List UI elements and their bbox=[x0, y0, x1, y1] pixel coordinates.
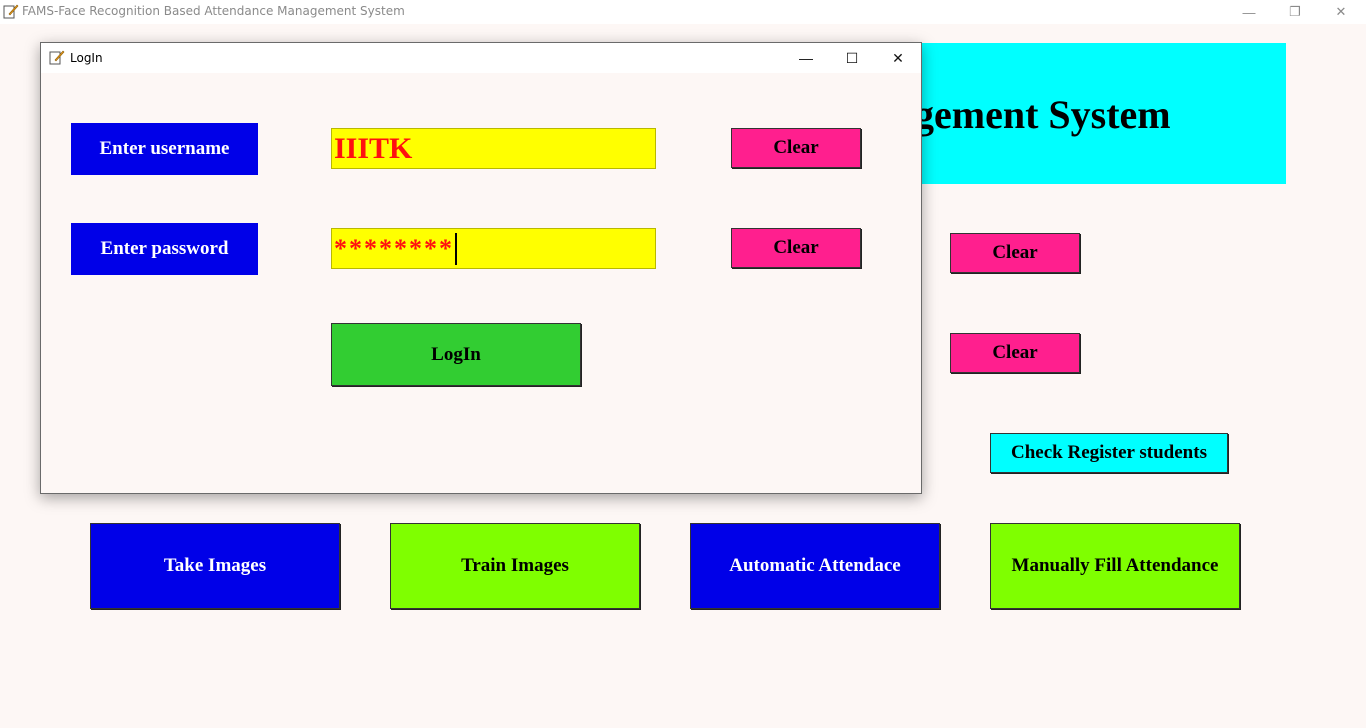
main-titlebar: FAMS-Face Recognition Based Attendance M… bbox=[0, 0, 1366, 24]
dialog-title: LogIn bbox=[70, 51, 103, 65]
username-input[interactable]: IIITK bbox=[331, 128, 656, 169]
restore-button[interactable]: ❐ bbox=[1272, 0, 1318, 24]
main-window-title: FAMS-Face Recognition Based Attendance M… bbox=[22, 4, 405, 18]
password-value: ******** bbox=[334, 233, 454, 263]
page-title: gement System bbox=[914, 92, 1171, 137]
close-button[interactable]: ✕ bbox=[1318, 0, 1364, 24]
minimize-button[interactable]: — bbox=[1226, 0, 1272, 24]
login-dialog: LogIn — ☐ ✕ Enter username IIITK Clear E… bbox=[40, 42, 922, 494]
take-images-button[interactable]: Take Images bbox=[90, 523, 340, 609]
train-images-button[interactable]: Train Images bbox=[390, 523, 640, 609]
password-input[interactable]: ******** bbox=[331, 228, 656, 269]
dialog-titlebar[interactable]: LogIn — ☐ ✕ bbox=[41, 43, 921, 73]
username-label: Enter username bbox=[71, 123, 258, 175]
dialog-maximize-button[interactable]: ☐ bbox=[829, 43, 875, 73]
check-register-students-button[interactable]: Check Register students bbox=[990, 433, 1228, 473]
clear-button-1[interactable]: Clear bbox=[950, 233, 1080, 273]
clear-password-button[interactable]: Clear bbox=[731, 228, 861, 268]
clear-username-button[interactable]: Clear bbox=[731, 128, 861, 168]
feather-pen-icon bbox=[3, 4, 19, 19]
login-button[interactable]: LogIn bbox=[331, 323, 581, 386]
dialog-minimize-button[interactable]: — bbox=[783, 43, 829, 73]
text-cursor bbox=[455, 232, 457, 265]
clear-button-2[interactable]: Clear bbox=[950, 333, 1080, 373]
feather-pen-icon bbox=[49, 50, 65, 65]
manually-fill-attendance-button[interactable]: Manually Fill Attendance bbox=[990, 523, 1240, 609]
automatic-attendance-button[interactable]: Automatic Attendace bbox=[690, 523, 940, 609]
heading-banner: gement System bbox=[910, 43, 1286, 184]
username-value: IIITK bbox=[334, 131, 413, 165]
password-label: Enter password bbox=[71, 223, 258, 275]
dialog-close-button[interactable]: ✕ bbox=[875, 43, 921, 73]
